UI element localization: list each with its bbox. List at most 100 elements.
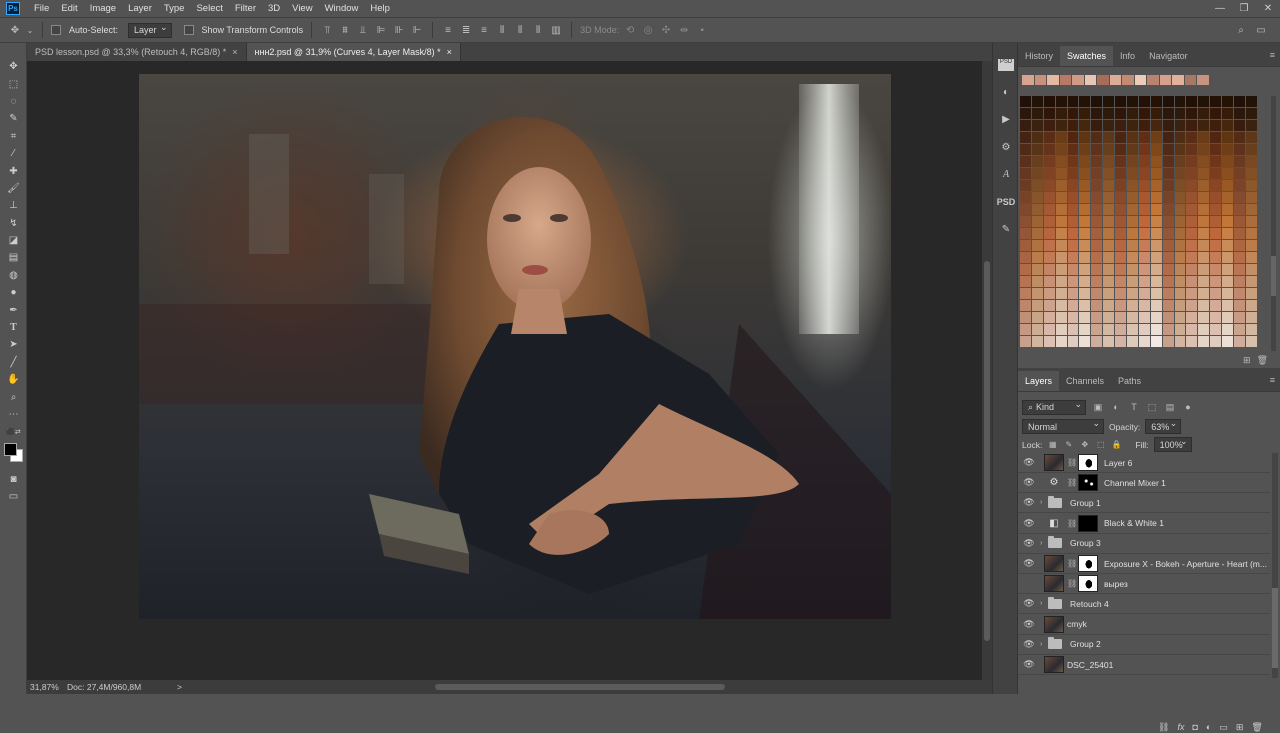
swatch[interactable] <box>1138 312 1151 324</box>
swatch[interactable] <box>1150 252 1163 264</box>
swatch[interactable] <box>1031 336 1044 348</box>
swatch[interactable] <box>1234 312 1246 324</box>
recent-swatch[interactable] <box>1034 75 1046 85</box>
swatch[interactable] <box>1174 156 1187 168</box>
swatch[interactable] <box>1115 300 1128 312</box>
swatch[interactable] <box>1020 192 1032 204</box>
scroll-thumb[interactable] <box>1271 256 1276 296</box>
swatch[interactable] <box>1127 180 1139 192</box>
swatch[interactable] <box>1031 168 1044 180</box>
link-icon[interactable]: ⛓ <box>1067 559 1077 568</box>
swatch[interactable] <box>1222 192 1235 204</box>
swatch[interactable] <box>1186 192 1199 204</box>
eraser-tool-icon[interactable]: ◪ <box>0 232 27 249</box>
swatch[interactable] <box>1055 276 1068 288</box>
swatch[interactable] <box>1115 336 1128 348</box>
swatch[interactable] <box>1091 108 1104 120</box>
swatch[interactable] <box>1055 300 1068 312</box>
move-tool-icon[interactable]: ✥ <box>0 58 27 75</box>
swatch[interactable] <box>1186 300 1199 312</box>
swatch[interactable] <box>1079 216 1092 228</box>
swatch[interactable] <box>1186 240 1199 252</box>
swatch[interactable] <box>1067 120 1080 132</box>
swatch[interactable] <box>1150 312 1163 324</box>
panel-menu-icon[interactable]: ≡ <box>1270 50 1275 60</box>
new-swatch-icon[interactable]: ⊞ <box>1243 355 1251 366</box>
swatch[interactable] <box>1055 288 1068 300</box>
swatch[interactable] <box>1043 144 1056 156</box>
expand-chevron-icon[interactable]: › <box>1040 641 1048 648</box>
swatch[interactable] <box>1055 240 1068 252</box>
swatch[interactable] <box>1091 156 1104 168</box>
swatch[interactable] <box>1245 264 1258 276</box>
menu-3d[interactable]: 3D <box>262 3 286 14</box>
swatch[interactable] <box>1245 240 1258 252</box>
swatch[interactable] <box>1115 168 1128 180</box>
new-group-icon[interactable]: ▭ <box>1219 722 1228 733</box>
swatch[interactable] <box>1031 264 1044 276</box>
swatch[interactable] <box>1174 300 1187 312</box>
menu-select[interactable]: Select <box>190 3 228 14</box>
swatch[interactable] <box>1222 180 1235 192</box>
swatch[interactable] <box>1198 324 1211 336</box>
swatch[interactable] <box>1186 132 1199 144</box>
swatch[interactable] <box>1020 156 1032 168</box>
swatch[interactable] <box>1127 240 1139 252</box>
swatch[interactable] <box>1020 216 1032 228</box>
swatch[interactable] <box>1138 180 1151 192</box>
swatch[interactable] <box>1055 324 1068 336</box>
swatch[interactable] <box>1198 204 1211 216</box>
swatch[interactable] <box>1020 288 1032 300</box>
swatch[interactable] <box>1150 336 1163 348</box>
swatch[interactable] <box>1245 168 1258 180</box>
swatch[interactable] <box>1210 252 1223 264</box>
properties-icon[interactable]: ⚙ <box>993 134 1019 162</box>
swatch[interactable] <box>1103 108 1116 120</box>
swatch[interactable] <box>1115 192 1128 204</box>
swatch[interactable] <box>1031 276 1044 288</box>
swatch[interactable] <box>1103 180 1116 192</box>
swatch[interactable] <box>1234 264 1246 276</box>
swatch[interactable] <box>1067 240 1080 252</box>
swatch[interactable] <box>1186 108 1199 120</box>
swatch[interactable] <box>1055 312 1068 324</box>
swatch[interactable] <box>1079 252 1092 264</box>
layer-thumbnail[interactable] <box>1044 575 1064 593</box>
swatch[interactable] <box>1031 300 1044 312</box>
auto-select-checkbox[interactable] <box>51 25 61 35</box>
swatch[interactable] <box>1043 192 1056 204</box>
blur-tool-icon[interactable]: ◍ <box>0 267 27 284</box>
swatch[interactable] <box>1162 120 1175 132</box>
swatch[interactable] <box>1162 312 1175 324</box>
swatch[interactable] <box>1043 156 1056 168</box>
swatch[interactable] <box>1162 264 1175 276</box>
swatch[interactable] <box>1138 168 1151 180</box>
swatch[interactable] <box>1174 108 1187 120</box>
swatch[interactable] <box>1115 228 1128 240</box>
layer-row[interactable]: 👁 › Group 1 <box>1018 493 1270 514</box>
recent-swatch[interactable] <box>1059 75 1071 85</box>
distribute-right-icon[interactable]: ⦀ <box>531 23 545 37</box>
swatch[interactable] <box>1091 276 1104 288</box>
filter-kind-dropdown[interactable]: ⌕ Kind <box>1022 399 1086 415</box>
swatch[interactable] <box>1174 240 1187 252</box>
swatch[interactable] <box>1210 324 1223 336</box>
swatch[interactable] <box>1234 240 1246 252</box>
swatch[interactable] <box>1067 300 1080 312</box>
swatch[interactable] <box>1091 168 1104 180</box>
swatch[interactable] <box>1138 240 1151 252</box>
swatch[interactable] <box>1174 144 1187 156</box>
swatch[interactable] <box>1198 156 1211 168</box>
swatch[interactable] <box>1091 120 1104 132</box>
menu-file[interactable]: File <box>28 3 55 14</box>
expand-chevron-icon[interactable]: › <box>1040 499 1048 506</box>
swatch[interactable] <box>1091 264 1104 276</box>
recent-swatch[interactable] <box>1122 75 1134 85</box>
swatch[interactable] <box>1055 192 1068 204</box>
layer-thumbnail[interactable] <box>1044 656 1064 673</box>
libraries-icon[interactable]: PSD <box>993 51 1019 79</box>
swatch[interactable] <box>1162 324 1175 336</box>
align-right-icon[interactable]: ⊩ <box>410 23 424 37</box>
swatch[interactable] <box>1031 204 1044 216</box>
more-tools-icon[interactable]: ⋯ <box>0 406 27 423</box>
